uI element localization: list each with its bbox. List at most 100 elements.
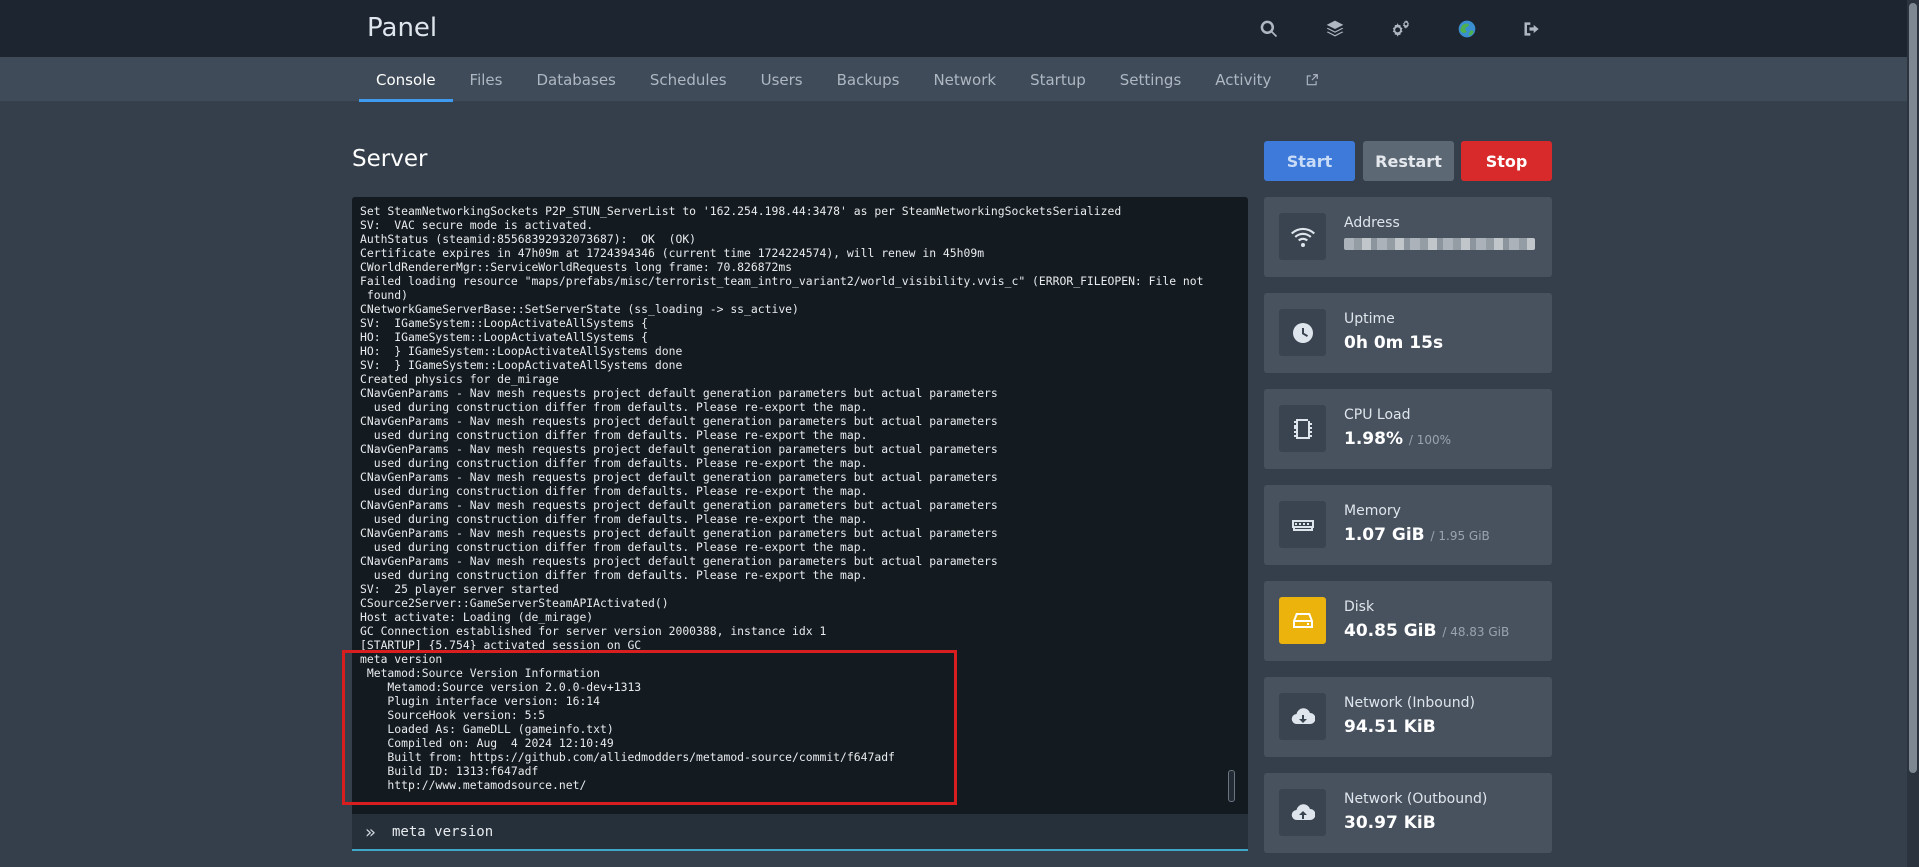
stat-value: 1.07 GiB / 1.95 GiB: [1344, 525, 1490, 545]
tab-network[interactable]: Network: [916, 57, 1013, 102]
console-panel[interactable]: Set SteamNetworkingSockets P2P_STUN_Serv…: [352, 197, 1248, 814]
stat-value: 30.97 KiB: [1344, 813, 1436, 833]
console-line: Loaded As: GameDLL (gameinfo.txt): [360, 722, 614, 736]
memory-limit: / 1.95 GiB: [1430, 529, 1490, 543]
brand-title[interactable]: Panel: [367, 13, 437, 43]
console-output: Set SteamNetworkingSockets P2P_STUN_Serv…: [360, 204, 1224, 792]
console-line: CNavGenParams - Nav mesh requests projec…: [360, 526, 998, 540]
console-line: SV: 25 player server started: [360, 582, 559, 596]
console-line: Failed loading resource "maps/prefabs/mi…: [360, 274, 1204, 288]
clock-icon: [1279, 309, 1326, 356]
page-title: Server: [352, 146, 428, 172]
tab-startup[interactable]: Startup: [1013, 57, 1103, 102]
logout-icon[interactable]: [1519, 16, 1545, 42]
console-line: SourceHook version: 5:5: [360, 708, 546, 722]
console-line: HO: IGameSystem::LoopActivateAllSystems …: [360, 330, 649, 344]
console-line: AuthStatus (steamid:85568392932073687): …: [360, 232, 697, 246]
tab-databases[interactable]: Databases: [519, 57, 632, 102]
stat-card-address: Address: [1264, 197, 1552, 277]
tab-backups[interactable]: Backups: [820, 57, 917, 102]
console-line: used during construction differ from def…: [360, 512, 868, 526]
prompt-chevron-icon: »: [365, 822, 377, 843]
stat-label: Uptime: [1344, 311, 1395, 327]
console-line: Metamod:Source Version Information: [360, 666, 601, 680]
page-scrollbar[interactable]: [1907, 0, 1919, 867]
layers-icon[interactable]: [1322, 16, 1348, 42]
console-line: meta version: [360, 652, 443, 666]
console-line: http://www.metamodsource.net/: [360, 778, 587, 792]
console-line: CNavGenParams - Nav mesh requests projec…: [360, 470, 998, 484]
tab-activity[interactable]: Activity: [1198, 57, 1288, 102]
stat-card-network-inbound: Network (Inbound) 94.51 KiB: [1264, 677, 1552, 757]
tab-console[interactable]: Console: [359, 57, 453, 102]
cloud-upload-icon: [1279, 789, 1326, 836]
console-line: used during construction differ from def…: [360, 428, 868, 442]
avatar-icon[interactable]: [1454, 16, 1480, 42]
stat-label: Address: [1344, 215, 1400, 231]
command-bar: »: [352, 814, 1248, 851]
tab-external[interactable]: [1288, 57, 1336, 102]
console-line: Plugin interface version: 16:14: [360, 694, 601, 708]
stat-value: 94.51 KiB: [1344, 717, 1436, 737]
console-line: CNavGenParams - Nav mesh requests projec…: [360, 414, 998, 428]
hdd-icon: [1279, 597, 1326, 644]
memory-icon: [1279, 501, 1326, 548]
console-line: GC Connection established for server ver…: [360, 624, 827, 638]
stat-card-memory: Memory 1.07 GiB / 1.95 GiB: [1264, 485, 1552, 565]
console-line: used during construction differ from def…: [360, 568, 868, 582]
tab-users[interactable]: Users: [744, 57, 820, 102]
cloud-download-icon: [1279, 693, 1326, 740]
cpu-limit: / 100%: [1408, 433, 1452, 447]
stop-button[interactable]: Stop: [1461, 141, 1552, 181]
console-line: [STARTUP] {5.754} activated session on G…: [360, 638, 642, 652]
console-line: Build ID: 1313:f647adf: [360, 764, 539, 778]
console-line: CNavGenParams - Nav mesh requests projec…: [360, 386, 998, 400]
stat-label: Network (Outbound): [1344, 791, 1488, 807]
disk-limit: / 48.83 GiB: [1442, 625, 1510, 639]
cpu-value: 1.98%: [1344, 429, 1403, 449]
disk-value: 40.85 GiB: [1344, 621, 1437, 641]
console-line: Metamod:Source version 2.0.0-dev+1313: [360, 680, 642, 694]
console-line: CNavGenParams - Nav mesh requests projec…: [360, 442, 998, 456]
top-navbar: Panel: [0, 0, 1919, 57]
wifi-icon: [1279, 213, 1326, 260]
console-line: Created physics for de_mirage: [360, 372, 559, 386]
console-line: SV: IGameSystem::LoopActivateAllSystems …: [360, 316, 649, 330]
stat-card-uptime: Uptime 0h 0m 15s: [1264, 293, 1552, 373]
restart-button[interactable]: Restart: [1363, 141, 1454, 181]
stat-card-network-outbound: Network (Outbound) 30.97 KiB: [1264, 773, 1552, 853]
console-line: used during construction differ from def…: [360, 456, 868, 470]
tab-schedules[interactable]: Schedules: [633, 57, 744, 102]
tab-settings[interactable]: Settings: [1103, 57, 1199, 102]
page-scrollbar-thumb[interactable]: [1909, 3, 1917, 773]
search-icon[interactable]: [1256, 16, 1282, 42]
stat-value: 1.98% / 100%: [1344, 429, 1451, 449]
stat-label: Disk: [1344, 599, 1375, 615]
cogs-icon[interactable]: [1388, 16, 1414, 42]
stat-label: Network (Inbound): [1344, 695, 1475, 711]
external-link-icon: [1307, 73, 1319, 85]
stat-label: CPU Load: [1344, 407, 1411, 423]
top-icons: [1236, 16, 1539, 42]
console-line: SV: } IGameSystem::LoopActivateAllSystem…: [360, 358, 683, 372]
console-line: Built from: https://github.com/alliedmod…: [360, 750, 895, 764]
redacted-address-value: [1344, 238, 1535, 250]
console-line: CNetworkGameServerBase::SetServerState (…: [360, 302, 799, 316]
console-line: used during construction differ from def…: [360, 484, 868, 498]
memory-value: 1.07 GiB: [1344, 525, 1425, 545]
console-line: Host activate: Loading (de_mirage): [360, 610, 594, 624]
console-line: Certificate expires in 47h09m at 1724394…: [360, 246, 985, 260]
console-line: Set SteamNetworkingSockets P2P_STUN_Serv…: [360, 204, 1122, 218]
command-input[interactable]: [392, 819, 1232, 845]
stat-value: 40.85 GiB / 48.83 GiB: [1344, 621, 1509, 641]
stat-value: 0h 0m 15s: [1344, 333, 1444, 353]
start-button[interactable]: Start: [1264, 141, 1355, 181]
tab-files[interactable]: Files: [453, 57, 520, 102]
console-line: CNavGenParams - Nav mesh requests projec…: [360, 498, 998, 512]
console-line: used during construction differ from def…: [360, 540, 868, 554]
console-scrollbar[interactable]: [1228, 770, 1235, 802]
console-line: CSource2Server::GameServerSteamAPIActiva…: [360, 596, 669, 610]
console-line: Compiled on: Aug 4 2024 12:10:49: [360, 736, 614, 750]
sub-navbar: Console Files Databases Schedules Users …: [0, 57, 1919, 102]
cpu-icon: [1279, 405, 1326, 452]
